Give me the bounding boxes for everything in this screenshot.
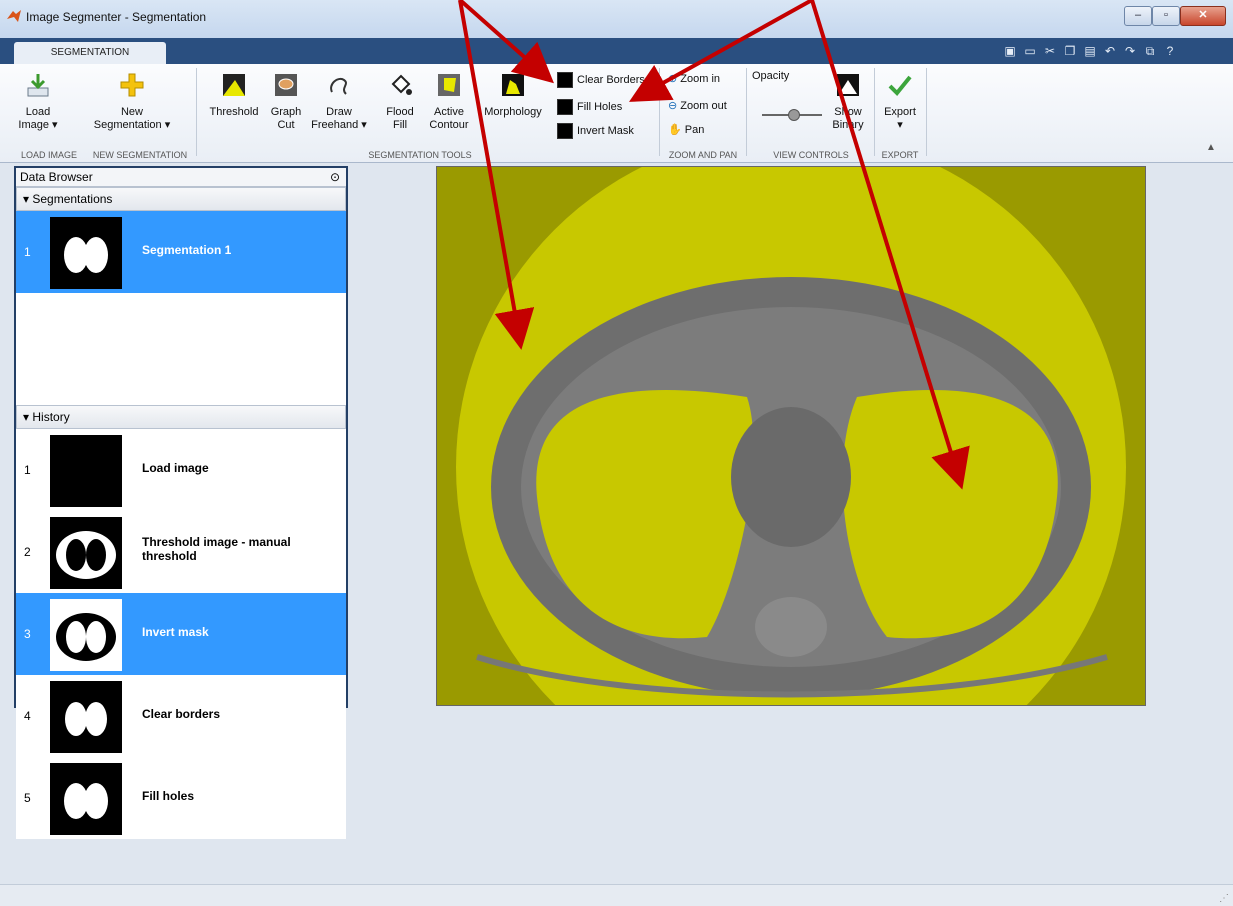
resize-grip-icon[interactable]: ⋰ <box>1219 893 1229 904</box>
annotation-arrows <box>458 0 970 490</box>
status-bar: ⋰ <box>0 884 1233 906</box>
